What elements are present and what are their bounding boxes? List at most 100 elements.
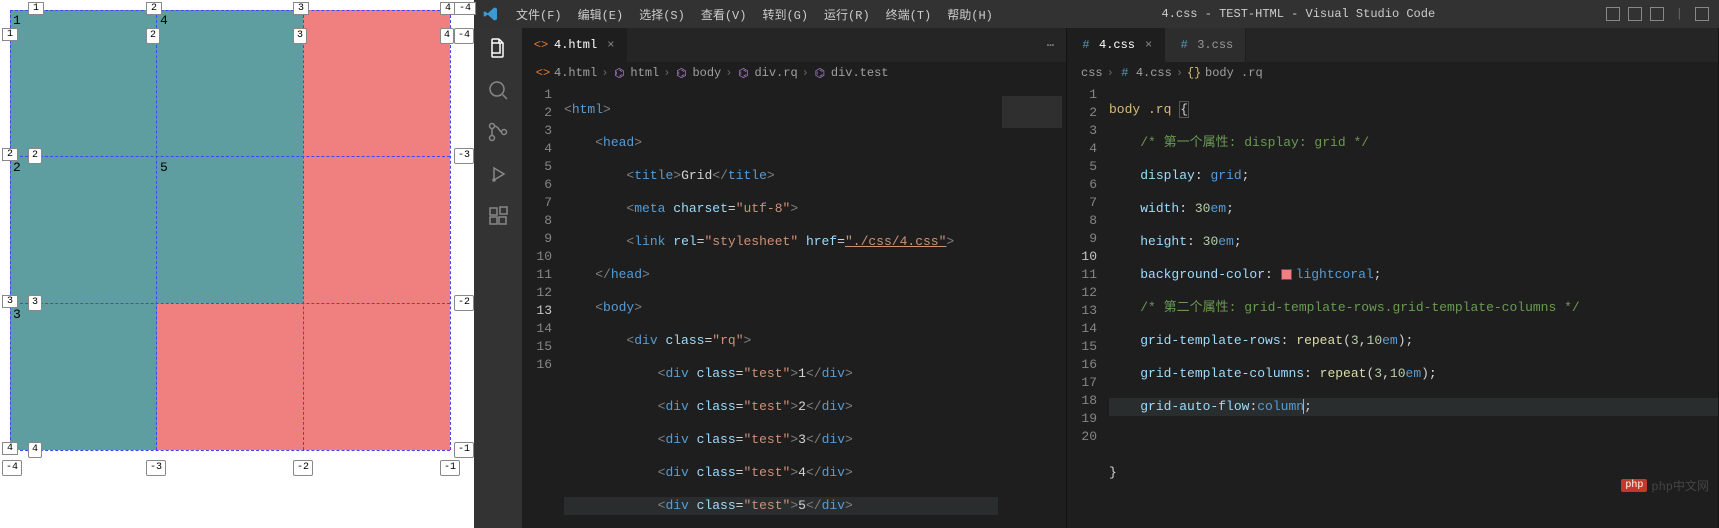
grid-cell	[10, 157, 157, 304]
col-label: 1	[28, 2, 44, 15]
col-label: 2	[146, 2, 162, 15]
menu-view[interactable]: 查看(V)	[693, 6, 755, 23]
col-label-neg: -4	[454, 2, 476, 15]
run-debug-icon[interactable]	[486, 162, 510, 186]
symbol-icon: ⌬	[612, 66, 626, 80]
code-lines[interactable]: body .rq { /* 第一个属性: display: grid */ di…	[1109, 84, 1718, 528]
extensions-icon[interactable]	[486, 204, 510, 228]
grid-container	[10, 10, 450, 450]
editor-area[interactable]: 1234567891011121314151617181920 body .rq…	[1067, 84, 1718, 528]
tab-4-html[interactable]: <> 4.html ×	[522, 28, 627, 62]
layout-toggle-icon[interactable]	[1650, 7, 1664, 21]
cell-number: 5	[160, 160, 168, 175]
html-file-icon: <>	[534, 38, 548, 52]
tab-bar: <> 4.html × ⋯	[522, 28, 1066, 62]
row-label: 2	[2, 148, 18, 161]
activity-bar	[474, 28, 522, 528]
menu-select[interactable]: 选择(S)	[631, 6, 693, 23]
layout-customize-icon[interactable]	[1695, 7, 1709, 21]
row-label: 4	[2, 442, 18, 455]
layout-controls: |	[1596, 7, 1719, 21]
browser-grid-preview: 1 2 3 4 5 1 2 3 4 -4 1 2 3 4 2 3 4 2 3 4…	[0, 0, 474, 528]
grid-cell	[157, 10, 304, 157]
menu-go[interactable]: 转到(G)	[754, 6, 816, 23]
line-gutter: 1234567891011121314151617181920	[1067, 84, 1109, 528]
css-file-icon: #	[1079, 38, 1093, 52]
crumb[interactable]: css	[1081, 66, 1103, 80]
gridline-tag-neg: -1	[440, 460, 460, 476]
tab-label: 3.css	[1197, 38, 1233, 52]
tab-4-css[interactable]: # 4.css ×	[1067, 28, 1165, 62]
tab-label: 4.html	[554, 38, 597, 52]
gridline-tag: 3	[293, 28, 307, 44]
cell-number: 2	[13, 160, 21, 175]
cell-number: 1	[13, 13, 21, 28]
symbol-icon: {}	[1187, 66, 1201, 80]
window-title: 4.css - TEST-HTML - Visual Studio Code	[1001, 7, 1596, 21]
menu-run[interactable]: 运行(R)	[816, 6, 878, 23]
close-icon[interactable]: ×	[607, 38, 614, 52]
html-file-icon: <>	[536, 66, 550, 80]
css-file-icon: #	[1177, 38, 1191, 52]
vscode-window: 文件(F) 编辑(E) 选择(S) 查看(V) 转到(G) 运行(R) 终端(T…	[474, 0, 1719, 528]
editor-actions[interactable]: ⋯	[1035, 28, 1066, 62]
close-icon[interactable]: ×	[1145, 38, 1152, 52]
menu-bar: 文件(F) 编辑(E) 选择(S) 查看(V) 转到(G) 运行(R) 终端(T…	[508, 6, 1001, 23]
vscode-logo-icon	[474, 6, 508, 22]
gridline-tag: 2	[28, 148, 42, 164]
symbol-icon: ⌬	[674, 66, 688, 80]
tab-label: 4.css	[1099, 38, 1135, 52]
col-label: 3	[293, 2, 309, 15]
editor-group-left: <> 4.html × ⋯ <> 4.html› ⌬ html› ⌬ body›…	[522, 28, 1067, 528]
crumb[interactable]: html	[630, 66, 659, 80]
menu-help[interactable]: 帮助(H)	[939, 6, 1001, 23]
gridline-tag-neg: -2	[454, 295, 474, 311]
cell-number: 4	[160, 13, 168, 28]
watermark: php php中文网	[1621, 477, 1709, 494]
gridline-tag: 4	[440, 28, 454, 44]
cell-number: 3	[13, 307, 21, 322]
breadcrumb[interactable]: css› # 4.css› {} body .rq	[1067, 62, 1718, 84]
editor-group-right: # 4.css × # 3.css css› # 4.css› {} body …	[1067, 28, 1719, 528]
grid-cell	[10, 10, 157, 157]
gridline-tag-neg: -3	[146, 460, 166, 476]
layout-toggle-icon[interactable]	[1628, 7, 1642, 21]
menu-file[interactable]: 文件(F)	[508, 6, 570, 23]
title-bar: 文件(F) 编辑(E) 选择(S) 查看(V) 转到(G) 运行(R) 终端(T…	[474, 0, 1719, 28]
editor-area[interactable]: 12345678910111213141516 <html> <head> <t…	[522, 84, 1066, 528]
crumb[interactable]: body	[692, 66, 721, 80]
line-gutter: 12345678910111213141516	[522, 84, 564, 528]
grid-cell	[10, 303, 157, 450]
crumb[interactable]: 4.html	[554, 66, 597, 80]
gridline-tag: 3	[28, 295, 42, 311]
tab-3-css[interactable]: # 3.css	[1165, 28, 1246, 62]
minimap[interactable]	[998, 84, 1066, 528]
color-swatch	[1281, 269, 1292, 280]
crumb[interactable]: 4.css	[1136, 66, 1172, 80]
gridline-tag-neg: -3	[454, 148, 474, 164]
explorer-icon[interactable]	[486, 36, 510, 60]
grid-cell	[157, 157, 304, 304]
crumb[interactable]: div.test	[831, 66, 889, 80]
layout-toggle-icon[interactable]	[1606, 7, 1620, 21]
gridline-tag: 4	[28, 442, 42, 458]
crumb[interactable]: div.rq	[754, 66, 797, 80]
search-icon[interactable]	[486, 78, 510, 102]
breadcrumb[interactable]: <> 4.html› ⌬ html› ⌬ body› ⌬ div.rq› ⌬ d…	[522, 62, 1066, 84]
row-label: 1	[2, 28, 18, 41]
row-label: 3	[2, 295, 18, 308]
symbol-icon: ⌬	[813, 66, 827, 80]
symbol-icon: ⌬	[736, 66, 750, 80]
gridline-tag-neg: -2	[293, 460, 313, 476]
code-lines[interactable]: <html> <head> <title>Grid</title> <meta …	[564, 84, 1066, 528]
gridline-tag-neg: -1	[454, 442, 474, 458]
menu-edit[interactable]: 编辑(E)	[570, 6, 632, 23]
tab-bar: # 4.css × # 3.css	[1067, 28, 1718, 62]
source-control-icon[interactable]	[486, 120, 510, 144]
crumb[interactable]: body .rq	[1205, 66, 1263, 80]
gridline-tag-neg: -4	[454, 28, 474, 44]
menu-terminal[interactable]: 终端(T)	[878, 6, 940, 23]
gridline-tag-neg: -4	[2, 460, 22, 476]
css-file-icon: #	[1118, 66, 1132, 80]
gridline-tag: 2	[146, 28, 160, 44]
